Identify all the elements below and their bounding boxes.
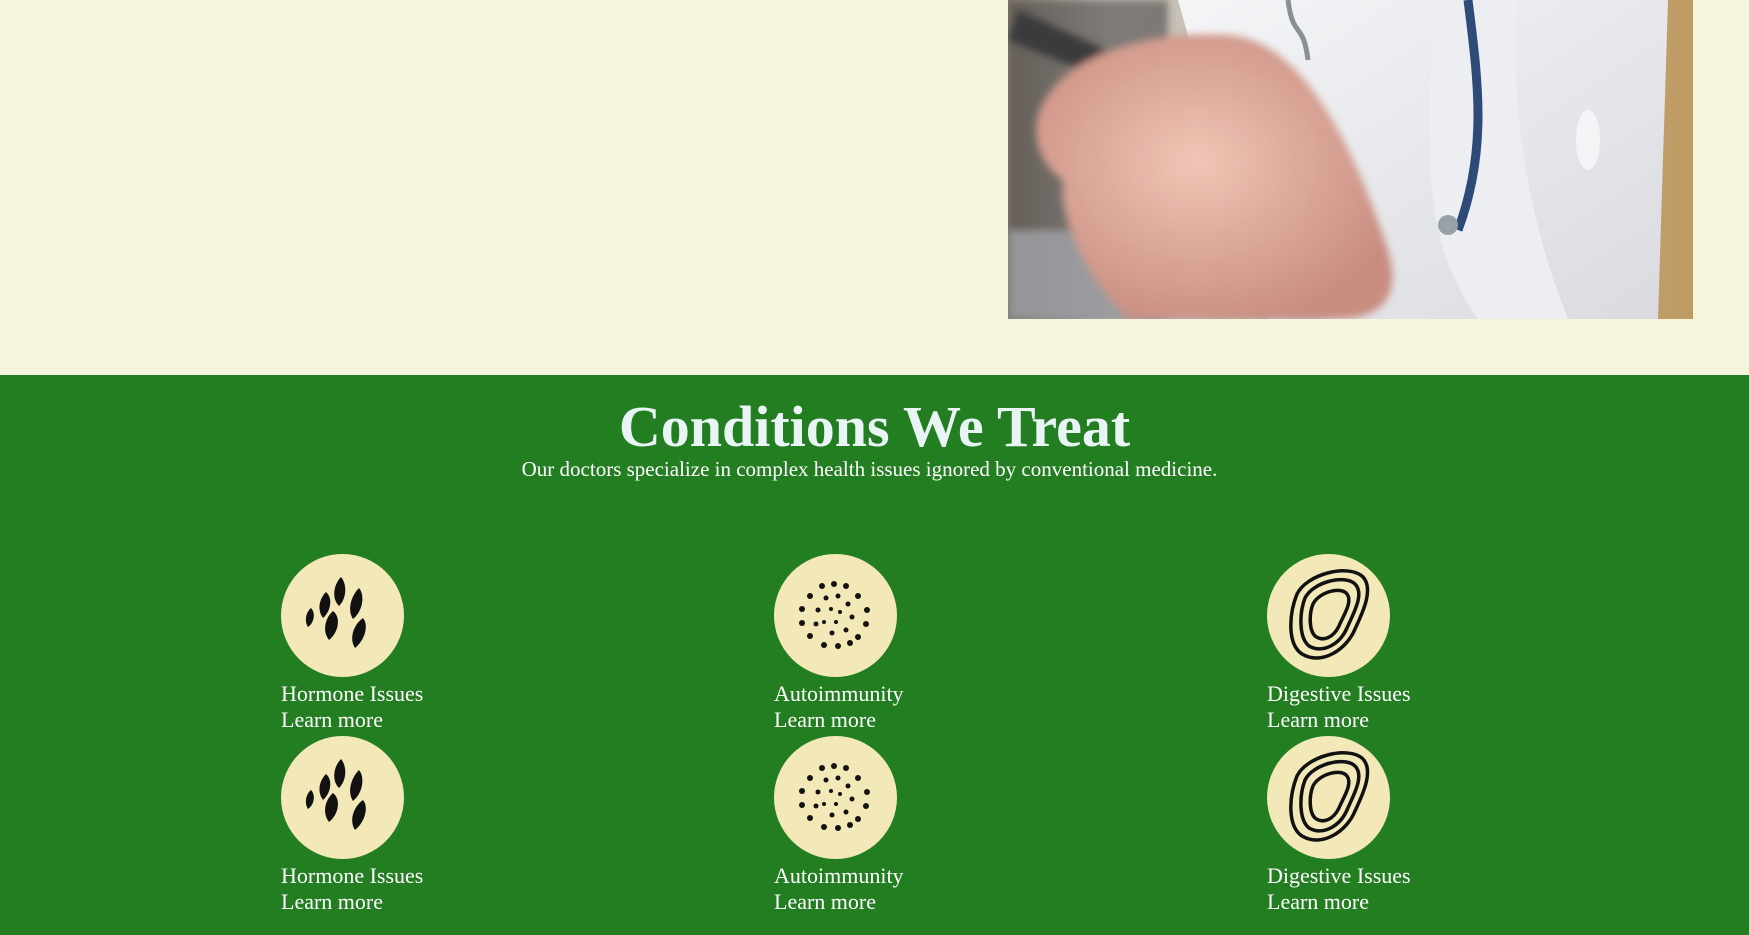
card-title: Digestive Issues <box>1267 681 1411 706</box>
hero-section <box>0 0 1749 375</box>
conditions-section: Conditions We Treat Our doctors speciali… <box>0 375 1749 935</box>
card-title: Autoimmunity <box>774 863 904 888</box>
section-title: Conditions We Treat <box>618 394 1131 459</box>
digestive-icon <box>1267 554 1390 677</box>
learn-more-link[interactable]: Learn more <box>774 889 876 915</box>
card-title: Hormone Issues <box>281 863 424 888</box>
condition-card-autoimmunity: Autoimmunity Learn more <box>774 736 1074 916</box>
autoimmunity-icon <box>774 736 897 859</box>
learn-more-link[interactable]: Learn more <box>281 707 383 733</box>
learn-more-link[interactable]: Learn more <box>1267 889 1369 915</box>
section-subtitle: Our doctors specialize in complex health… <box>521 457 1218 481</box>
condition-card-autoimmunity: Autoimmunity Learn more <box>774 554 1074 734</box>
condition-card-digestive: Digestive Issues Learn more <box>1267 736 1567 916</box>
hormone-icon <box>281 736 404 859</box>
condition-card-digestive: Digestive Issues Learn more <box>1267 554 1567 734</box>
card-title: Digestive Issues <box>1267 863 1411 888</box>
digestive-icon <box>1267 736 1390 859</box>
learn-more-link[interactable]: Learn more <box>281 889 383 915</box>
card-title: Hormone Issues <box>281 681 424 706</box>
learn-more-link[interactable]: Learn more <box>774 707 876 733</box>
card-title: Autoimmunity <box>774 681 904 706</box>
doctor-photo <box>1008 0 1693 319</box>
condition-card-hormone: Hormone Issues Learn more <box>281 736 581 916</box>
autoimmunity-icon <box>774 554 897 677</box>
hormone-icon <box>281 554 404 677</box>
learn-more-link[interactable]: Learn more <box>1267 707 1369 733</box>
condition-card-hormone: Hormone Issues Learn more <box>281 554 581 734</box>
